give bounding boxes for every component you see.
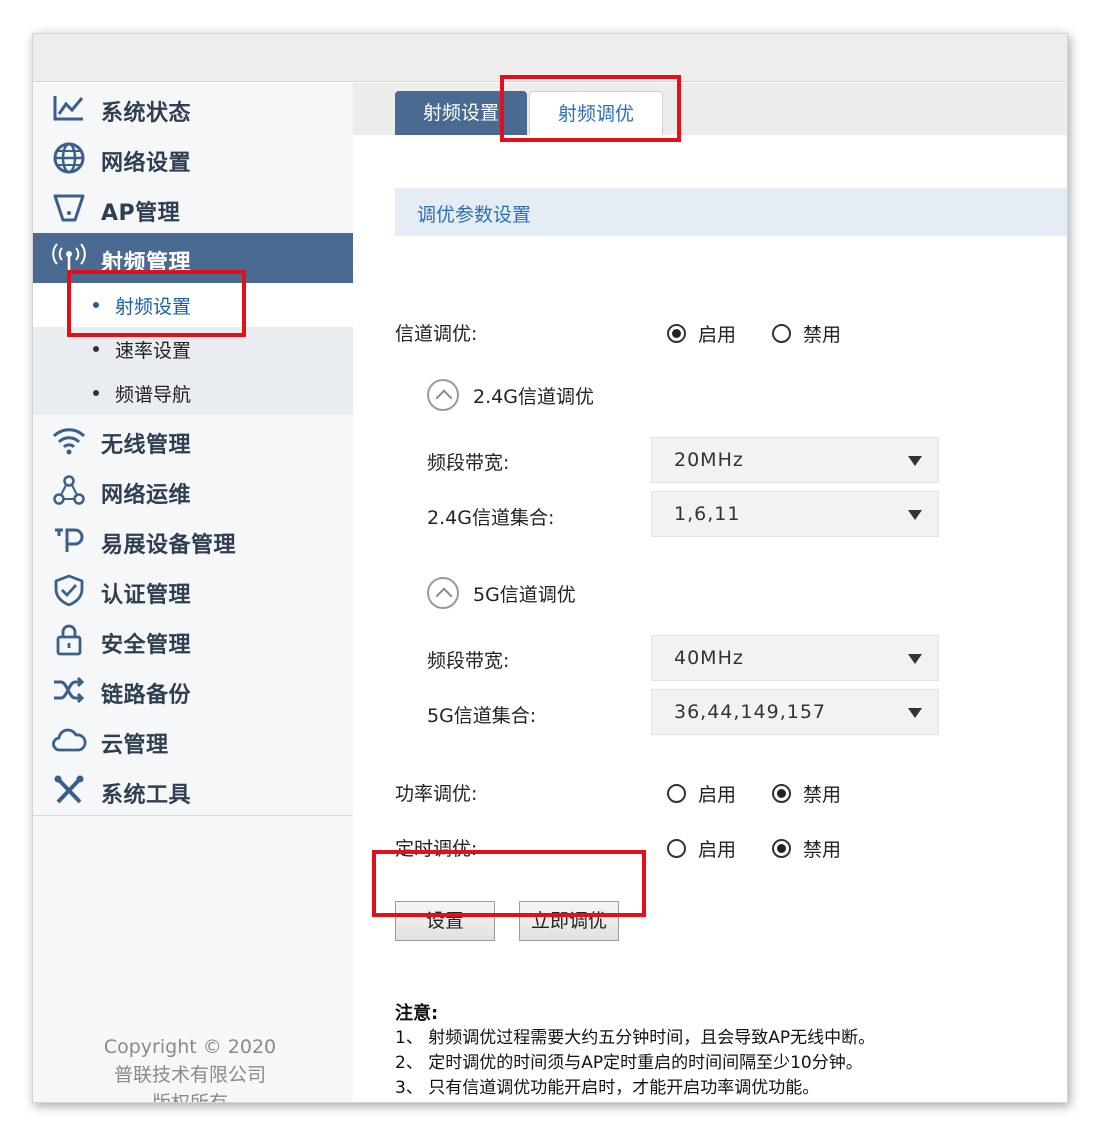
sidebar-item-auth-management[interactable]: 认证管理 — [33, 565, 353, 615]
highlight-box-buttons — [372, 850, 646, 917]
power-tuning-label: 功率调优: — [395, 783, 478, 805]
sidebar-item-ap-management[interactable]: AP管理 — [33, 183, 353, 233]
channel-tuning-disable-radio[interactable]: 禁用 — [772, 320, 841, 347]
ap-device-icon — [51, 192, 87, 224]
sidebar-item-system-tools[interactable]: 系统工具 — [33, 765, 353, 815]
sidebar-subitem-spectrum-nav[interactable]: 频谱导航 — [33, 371, 353, 415]
browser-frame: 系统状态 网络设置 AP管理 射频管理 射频设置 速率设置 频谱导航 无线管理 … — [32, 33, 1068, 1103]
radio-circle[interactable] — [667, 839, 686, 858]
radio-circle[interactable] — [772, 784, 791, 803]
sidebar-item-label: 系统状态 — [101, 101, 192, 126]
band5-channels-select[interactable]: 36,44,149,157 — [651, 689, 939, 735]
rights-reserved: 版权所有 — [151, 1092, 228, 1103]
main-content: 射频设置 射频调优 调优参数设置 信道调优: 启用 禁用 2.4G信道调优 频段… — [353, 83, 1067, 1102]
select-value: 40MHz — [674, 647, 744, 669]
sidebar-item-label: 链路备份 — [101, 683, 192, 708]
radio-circle[interactable] — [772, 324, 791, 343]
radio-circle[interactable] — [772, 839, 791, 858]
channel-tuning-enable-radio[interactable]: 启用 — [667, 320, 736, 347]
sidebar-item-label: 安全管理 — [101, 633, 192, 658]
band24-channels-select[interactable]: 1,6,11 — [651, 491, 939, 537]
sidebar-item-easy-device-management[interactable]: 易展设备管理 — [33, 515, 353, 565]
band24-channels-label: 2.4G信道集合: — [427, 507, 555, 529]
chevron-up-icon[interactable] — [427, 379, 459, 411]
select-value: 36,44,149,157 — [674, 701, 827, 723]
sidebar-subitem-label: 速率设置 — [115, 340, 192, 362]
sidebar-item-cloud-management[interactable]: 云管理 — [33, 715, 353, 765]
sidebar-divider — [33, 815, 353, 816]
notes-title: 注意: — [395, 1003, 439, 1024]
sidebar-item-label: 认证管理 — [101, 583, 192, 608]
band5-bandwidth-label: 频段带宽: — [427, 650, 510, 672]
network-nodes-icon — [51, 474, 87, 506]
company-name: 普联技术有限公司 — [113, 1064, 266, 1086]
section-title: 调优参数设置 — [417, 204, 532, 226]
radio-circle[interactable] — [667, 324, 686, 343]
band24-bandwidth-select[interactable]: 20MHz — [651, 437, 939, 483]
timed-tuning-enable-radio[interactable]: 启用 — [667, 835, 736, 862]
tools-icon — [51, 774, 87, 806]
band24-bandwidth-label: 频段带宽: — [427, 452, 510, 474]
timed-tuning-disable-radio[interactable]: 禁用 — [772, 835, 841, 862]
radio-label: 禁用 — [803, 784, 842, 806]
dropdown-arrow-icon — [908, 510, 922, 520]
wifi-icon — [51, 424, 87, 456]
note-line: 1、 射频调优过程需要大约五分钟时间，且会导致AP无线中断。 — [395, 1028, 876, 1048]
radio-label: 禁用 — [803, 324, 842, 346]
channel-tuning-label: 信道调优: — [395, 323, 478, 345]
globe-icon — [51, 142, 87, 174]
band5-channels-label: 5G信道集合: — [427, 705, 537, 727]
notes: 注意: 1、 射频调优过程需要大约五分钟时间，且会导致AP无线中断。 2、 定时… — [395, 1001, 875, 1101]
sidebar-item-label: 易展设备管理 — [101, 533, 237, 558]
note-line: 2、 定时调优的时间须与AP定时重启的时间间隔至少10分钟。 — [395, 1053, 863, 1073]
section-header: 调优参数设置 — [395, 188, 1067, 236]
select-value: 20MHz — [674, 449, 744, 471]
sidebar-item-label: 云管理 — [101, 733, 169, 758]
lock-icon — [51, 624, 87, 656]
sidebar-subitem-label: 频谱导航 — [115, 384, 192, 406]
cloud-icon — [51, 724, 87, 756]
dropdown-arrow-icon — [908, 456, 922, 466]
bullet-dot — [93, 346, 99, 352]
line-chart-icon — [51, 92, 87, 124]
sidebar-item-wireless-management[interactable]: 无线管理 — [33, 415, 353, 465]
sidebar-item-link-backup[interactable]: 链路备份 — [33, 665, 353, 715]
select-value: 1,6,11 — [674, 503, 741, 525]
copyright: Copyright © 2020 普联技术有限公司 版权所有 — [33, 1033, 347, 1103]
tp-logo-icon — [51, 524, 87, 556]
sidebar-item-network-ops[interactable]: 网络运维 — [33, 465, 353, 515]
tab-strip: 射频设置 射频调优 — [353, 83, 1067, 135]
radio-label: 启用 — [698, 784, 737, 806]
sidebar-item-label: 网络设置 — [101, 151, 192, 176]
sidebar-item-label: AP管理 — [101, 201, 181, 226]
band5-collapse[interactable]: 5G信道调优 — [427, 577, 576, 609]
sidebar-item-system-status[interactable]: 系统状态 — [33, 83, 353, 133]
highlight-box-tab — [500, 75, 681, 142]
copyright-line: Copyright © 2020 — [103, 1036, 277, 1058]
sidebar-item-network-settings[interactable]: 网络设置 — [33, 133, 353, 183]
radio-label: 启用 — [698, 839, 737, 861]
radio-label: 启用 — [698, 324, 737, 346]
radio-label: 禁用 — [803, 839, 842, 861]
note-line: 3、 只有信道调优功能开启时，才能开启功率调优功能。 — [395, 1078, 820, 1098]
power-tuning-disable-radio[interactable]: 禁用 — [772, 780, 841, 807]
sidebar-item-security-management[interactable]: 安全管理 — [33, 615, 353, 665]
power-tuning-enable-radio[interactable]: 启用 — [667, 780, 736, 807]
sidebar: 系统状态 网络设置 AP管理 射频管理 射频设置 速率设置 频谱导航 无线管理 … — [33, 83, 353, 1103]
band5-bandwidth-select[interactable]: 40MHz — [651, 635, 939, 681]
bullet-dot — [93, 390, 99, 396]
sidebar-item-label: 网络运维 — [101, 483, 192, 508]
band24-collapse[interactable]: 2.4G信道调优 — [427, 379, 594, 411]
chevron-up-icon[interactable] — [427, 577, 459, 609]
highlight-box-sidebar — [67, 270, 246, 337]
dropdown-arrow-icon — [908, 708, 922, 718]
radio-circle[interactable] — [667, 784, 686, 803]
band5-title: 5G信道调优 — [473, 583, 576, 606]
sidebar-item-label: 系统工具 — [101, 783, 192, 808]
shield-check-icon — [51, 574, 87, 607]
dropdown-arrow-icon — [908, 654, 922, 664]
band24-title: 2.4G信道调优 — [473, 385, 594, 408]
sidebar-item-label: 无线管理 — [101, 433, 192, 458]
shuffle-icon — [51, 674, 87, 706]
